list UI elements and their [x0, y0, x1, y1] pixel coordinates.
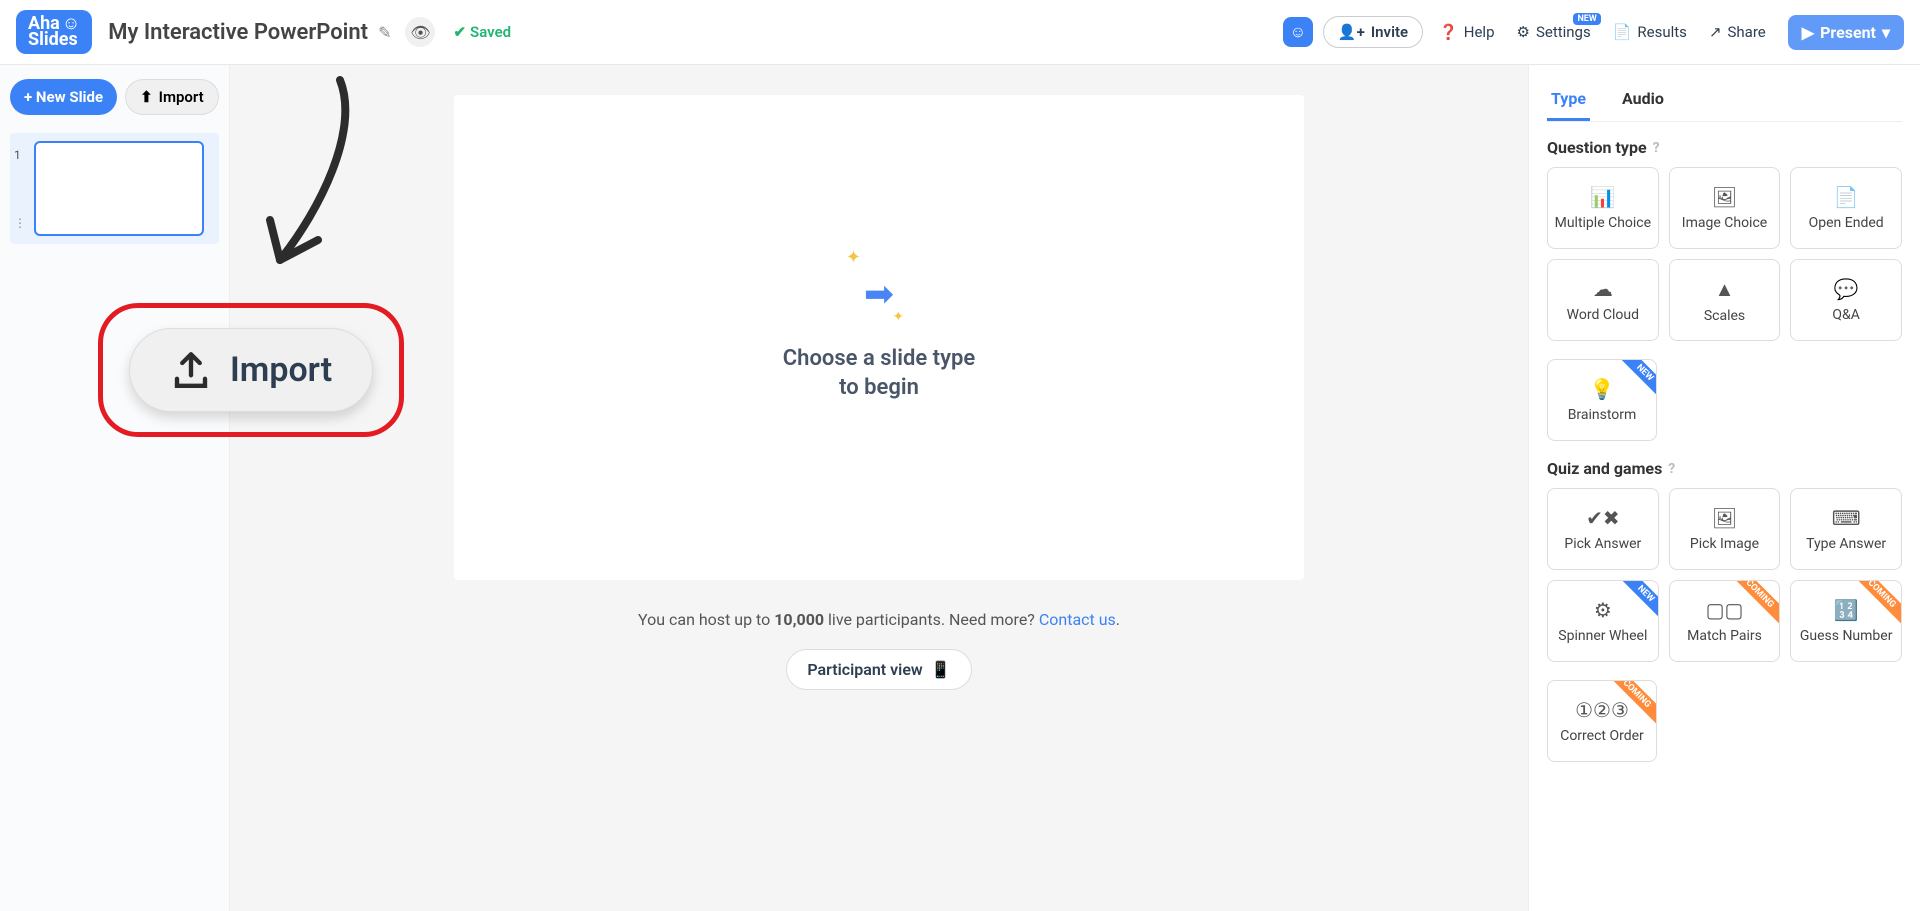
host-info-text: You can host up to 10,000 live participa…	[638, 610, 1120, 629]
keyboard-icon: ⌨	[1832, 506, 1861, 530]
type-multiple-choice[interactable]: 📊Multiple Choice	[1547, 167, 1659, 249]
type-image-choice[interactable]: 🖼Image Choice	[1669, 167, 1781, 249]
play-icon: ▶	[1802, 23, 1814, 42]
new-slide-button[interactable]: + New Slide	[10, 79, 117, 115]
sparkle-icon: ✦	[846, 247, 861, 268]
check-x-icon: ✔✖	[1586, 506, 1620, 530]
cloud-icon: ☁	[1593, 277, 1613, 301]
pairs-icon: ▢▢	[1706, 598, 1744, 622]
check-icon: ✔	[453, 23, 466, 41]
type-spinner-wheel[interactable]: ⚙Spinner WheelNEW	[1547, 580, 1659, 662]
slide-item[interactable]: 1 ⋮	[10, 133, 219, 244]
new-badge: NEW	[1620, 580, 1659, 620]
upload-icon: ⬆	[140, 88, 153, 106]
wheel-icon: ⚙	[1594, 598, 1612, 622]
type-pick-answer[interactable]: ✔✖Pick Answer	[1547, 488, 1659, 570]
type-qa[interactable]: 💬Q&A	[1790, 259, 1902, 341]
logo[interactable]: Aha☺ Slides	[16, 10, 92, 54]
file-icon: 📄	[1613, 23, 1632, 41]
triangle-icon: ▲	[1715, 277, 1735, 302]
type-match-pairs[interactable]: ▢▢Match PairsCOMING	[1669, 580, 1781, 662]
annotation-arrow-icon	[250, 70, 370, 270]
mobile-icon: 📱	[931, 660, 951, 679]
slide-panel: + New Slide ⬆ Import 1 ⋮	[0, 65, 230, 911]
share-icon: ↗	[1709, 23, 1722, 41]
smiley-icon: ☺	[1290, 22, 1306, 42]
contact-link[interactable]: Contact us	[1039, 610, 1116, 629]
help-icon[interactable]: ?	[1653, 140, 1660, 156]
empty-state-text: Choose a slide typeto begin	[783, 345, 975, 402]
new-badge: NEW	[1618, 359, 1657, 399]
slide-thumbnail[interactable]	[34, 141, 204, 236]
arrow-illustration: ✦ ➡ ✦	[864, 273, 894, 315]
edit-icon[interactable]: ✎	[378, 23, 391, 42]
chevron-down-icon: ▾	[1882, 23, 1890, 42]
type-correct-order[interactable]: ①②③Correct OrderCOMING	[1547, 680, 1657, 762]
participant-view-button[interactable]: Participant view 📱	[786, 649, 971, 690]
drag-handle-icon[interactable]: ⋮	[14, 216, 26, 230]
results-button[interactable]: 📄Results	[1607, 19, 1693, 45]
tab-audio[interactable]: Audio	[1618, 79, 1668, 121]
panel-tabs: Type Audio	[1547, 79, 1902, 122]
sparkle-icon: ✦	[892, 309, 904, 325]
slide-canvas: ✦ ➡ ✦ Choose a slide typeto begin	[454, 95, 1304, 580]
editor-canvas-area: ✦ ➡ ✦ Choose a slide typeto begin You ca…	[230, 65, 1528, 911]
present-button[interactable]: ▶ Present ▾	[1788, 15, 1904, 50]
image-icon: 🖼	[1712, 185, 1737, 209]
lightbulb-icon: 💡	[1590, 377, 1615, 401]
number-icon: 🔢	[1834, 598, 1859, 622]
document-icon: 📄	[1834, 185, 1859, 209]
help-button[interactable]: ❓Help	[1433, 19, 1500, 45]
type-guess-number[interactable]: 🔢Guess NumberCOMING	[1790, 580, 1902, 662]
order-icon: ①②③	[1575, 698, 1629, 722]
tab-type[interactable]: Type	[1547, 79, 1590, 121]
chat-icon: 💬	[1834, 277, 1859, 301]
saved-status: ✔ Saved	[453, 23, 511, 41]
slide-number: 1	[14, 148, 26, 162]
type-type-answer[interactable]: ⌨Type Answer	[1790, 488, 1902, 570]
help-icon[interactable]: ?	[1668, 461, 1675, 477]
import-callout: Import	[98, 303, 404, 437]
section-question-type: Question type?	[1547, 138, 1902, 157]
image-icon: 🖼	[1712, 506, 1737, 530]
import-callout-button[interactable]: Import	[129, 328, 373, 412]
main-layout: + New Slide ⬆ Import 1 ⋮ ✦ ➡ ✦ Choose a …	[0, 65, 1920, 911]
settings-button[interactable]: ⚙Settings NEW	[1511, 19, 1597, 45]
new-badge: NEW	[1573, 13, 1600, 25]
preview-icon[interactable]: 👁	[405, 17, 435, 47]
bar-chart-icon: 📊	[1590, 185, 1615, 209]
user-avatar[interactable]: ☺	[1283, 17, 1313, 47]
invite-button[interactable]: 👤+ Invite	[1323, 16, 1423, 48]
properties-panel: Type Audio Question type? 📊Multiple Choi…	[1528, 65, 1920, 911]
app-header: Aha☺ Slides My Interactive PowerPoint ✎ …	[0, 0, 1920, 65]
header-right: ☺ 👤+ Invite ❓Help ⚙Settings NEW 📄Results…	[1283, 15, 1904, 50]
share-button[interactable]: ↗Share	[1703, 19, 1772, 45]
import-button[interactable]: ⬆ Import	[125, 79, 219, 115]
type-scales[interactable]: ▲Scales	[1669, 259, 1781, 341]
presentation-title[interactable]: My Interactive PowerPoint	[108, 20, 368, 45]
type-word-cloud[interactable]: ☁Word Cloud	[1547, 259, 1659, 341]
upload-icon	[170, 349, 212, 391]
type-pick-image[interactable]: 🖼Pick Image	[1669, 488, 1781, 570]
gear-icon: ⚙	[1517, 23, 1530, 41]
help-icon: ❓	[1439, 23, 1458, 41]
person-plus-icon: 👤+	[1338, 23, 1365, 41]
type-brainstorm[interactable]: 💡Brainstorm NEW	[1547, 359, 1657, 441]
section-quiz-games: Quiz and games?	[1547, 459, 1902, 478]
type-open-ended[interactable]: 📄Open Ended	[1790, 167, 1902, 249]
